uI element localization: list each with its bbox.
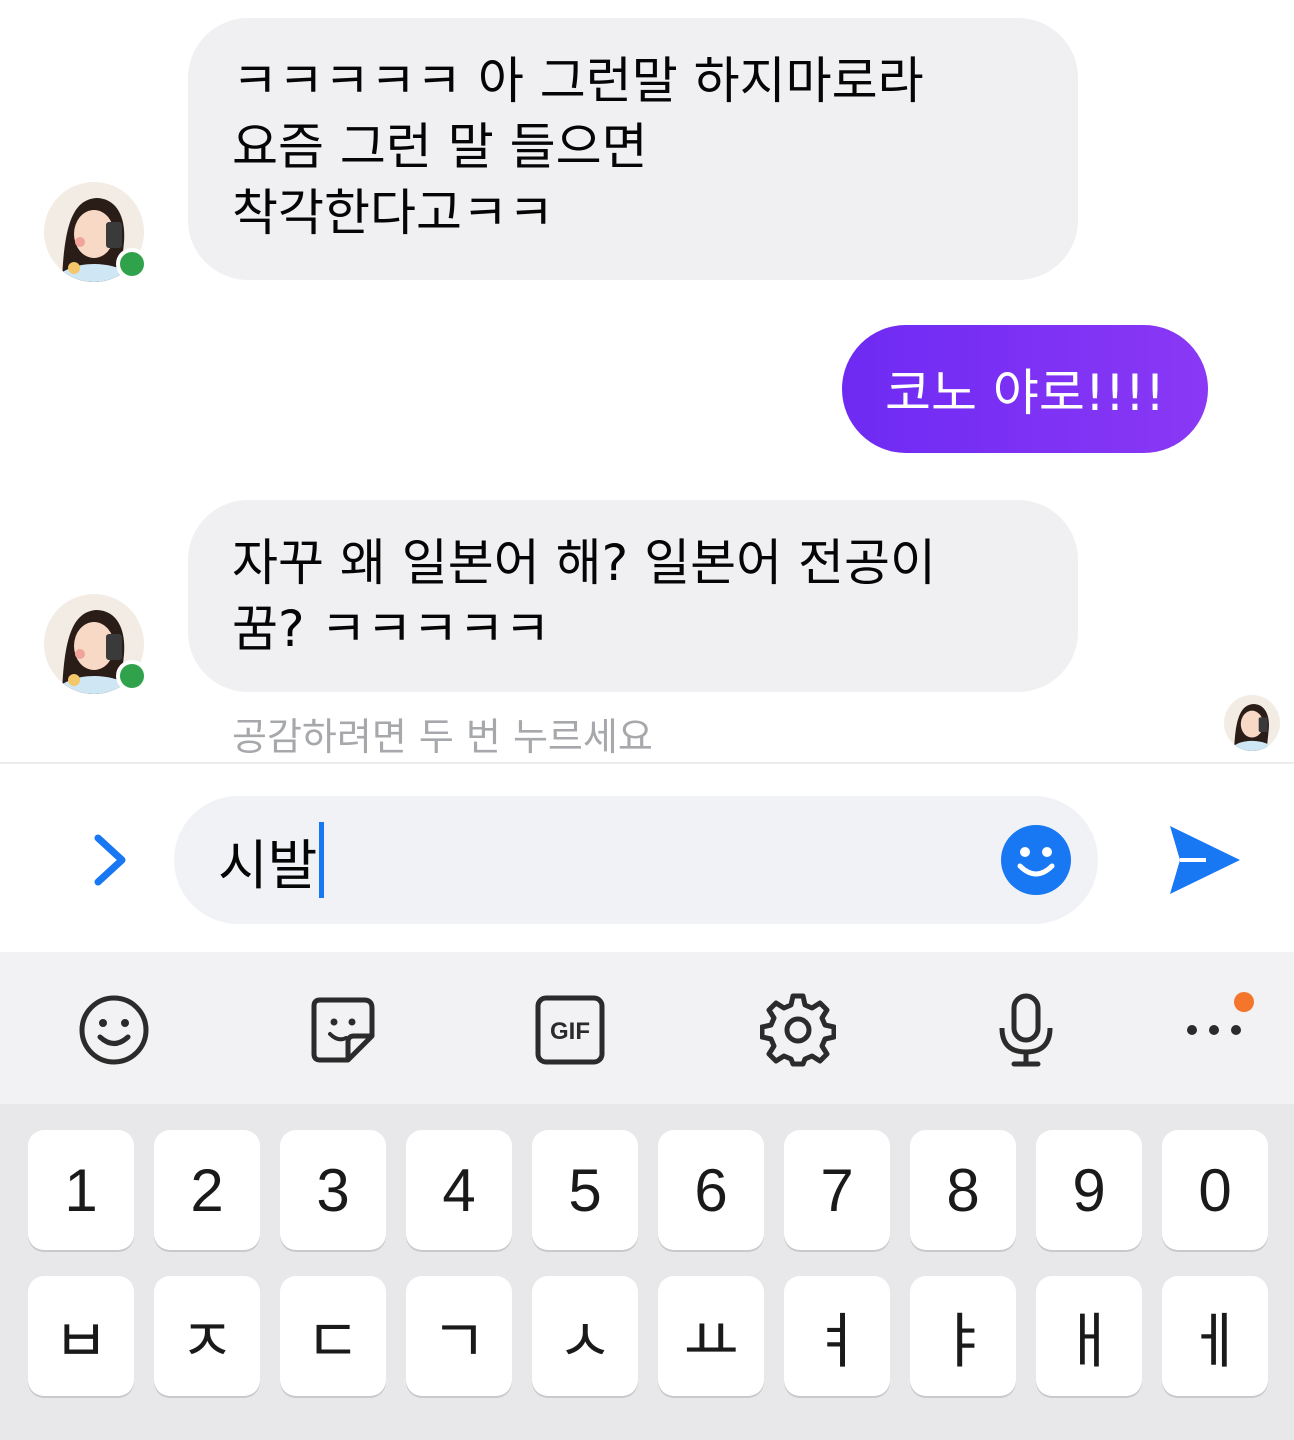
send-icon [1170, 826, 1240, 894]
text-caret [319, 822, 325, 898]
key-jieut[interactable]: ㅈ [154, 1276, 260, 1396]
message-composer: 시발 [0, 762, 1294, 954]
reaction-hint: 공감하려면 두 번 누르세요 [232, 715, 653, 759]
keyboard-toolbar: GIF [0, 952, 1294, 1104]
key-1[interactable]: 1 [28, 1130, 134, 1250]
online-status-dot [116, 660, 148, 692]
key-5[interactable]: 5 [532, 1130, 638, 1250]
send-button[interactable] [1166, 824, 1242, 896]
contact-avatar[interactable] [44, 182, 148, 282]
key-0[interactable]: 0 [1162, 1130, 1268, 1250]
keyboard: 1 2 3 4 5 6 7 8 9 0 ㅂ ㅈ ㄷ ㄱ ㅅ ㅛ ㅕ ㅑ ㅐ ㅔ [0, 1104, 1294, 1440]
incoming-message[interactable]: ㅋㅋㅋㅋㅋ 아 그런말 하지마로라 요즘 그런 말 들으면 착각한다고ㅋㅋ [188, 18, 1078, 280]
key-9[interactable]: 9 [1036, 1130, 1142, 1250]
chevron-right-icon [94, 834, 126, 886]
key-e[interactable]: ㅔ [1162, 1276, 1268, 1396]
key-2[interactable]: 2 [154, 1130, 260, 1250]
notification-dot [1234, 992, 1254, 1012]
key-yeo[interactable]: ㅕ [784, 1276, 890, 1396]
key-3[interactable]: 3 [280, 1130, 386, 1250]
message-input[interactable]: 시발 [174, 796, 1098, 924]
key-8[interactable]: 8 [910, 1130, 1016, 1250]
key-6[interactable]: 6 [658, 1130, 764, 1250]
key-digeut[interactable]: ㄷ [280, 1276, 386, 1396]
more-icon[interactable] [1180, 992, 1256, 1068]
key-bieup[interactable]: ㅂ [28, 1276, 134, 1396]
key-ae[interactable]: ㅐ [1036, 1276, 1142, 1396]
online-status-dot [116, 248, 148, 280]
message-input-value: 시발 [218, 833, 318, 897]
sticker-icon[interactable] [304, 992, 380, 1068]
key-giyeok[interactable]: ㄱ [406, 1276, 512, 1396]
smiley-icon [1001, 825, 1071, 895]
key-ya[interactable]: ㅑ [910, 1276, 1016, 1396]
emoji-icon[interactable] [76, 992, 152, 1068]
key-4[interactable]: 4 [406, 1130, 512, 1250]
expand-actions-button[interactable] [80, 828, 140, 892]
incoming-message[interactable]: 자꾸 왜 일본어 해? 일본어 전공이 꿈? ㅋㅋㅋㅋㅋ [188, 500, 1078, 692]
gif-icon[interactable]: GIF [532, 992, 608, 1068]
gif-label: GIF [550, 1018, 590, 1045]
outgoing-message[interactable]: 코노 야로!!!! [842, 325, 1208, 453]
microphone-icon[interactable] [988, 992, 1064, 1068]
key-7[interactable]: 7 [784, 1130, 890, 1250]
seen-indicator-avatar [1224, 695, 1280, 751]
emoji-button[interactable] [1000, 824, 1072, 896]
settings-icon[interactable] [759, 992, 837, 1068]
key-siot[interactable]: ㅅ [532, 1276, 638, 1396]
contact-avatar[interactable] [44, 594, 148, 694]
key-yo[interactable]: ㅛ [658, 1276, 764, 1396]
